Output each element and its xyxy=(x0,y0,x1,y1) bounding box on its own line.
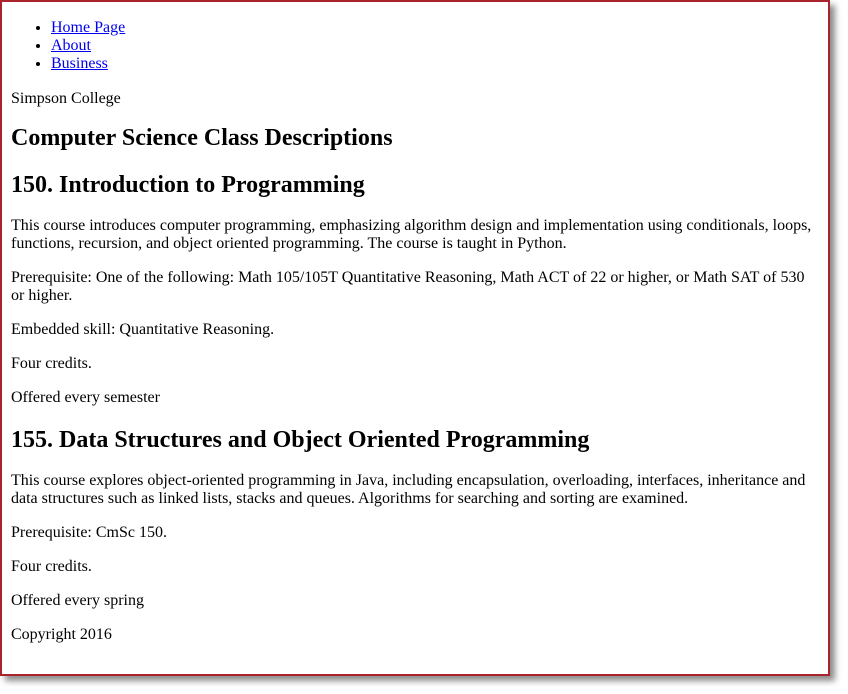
page-title: Computer Science Class Descriptions xyxy=(11,125,393,151)
site-name: Simpson College xyxy=(11,90,121,107)
course-150: 150. Introduction to Programming This co… xyxy=(11,171,816,407)
nav-item-about: About xyxy=(51,37,816,55)
course-credits: Four credits. xyxy=(11,355,92,372)
nav-item-business: Business xyxy=(51,55,816,73)
course-title: 150. Introduction to Programming xyxy=(11,172,365,198)
course-description: This course introduces computer programm… xyxy=(11,217,812,252)
course-description: This course explores object-oriented pro… xyxy=(11,472,806,507)
about-link[interactable]: About xyxy=(51,37,91,54)
course-offered: Offered every spring xyxy=(11,592,144,609)
course-155: 155. Data Structures and Object Oriented… xyxy=(11,426,816,610)
copyright-footer: Copyright 2016 xyxy=(11,626,112,643)
course-skill: Embedded skill: Quantitative Reasoning. xyxy=(11,321,275,338)
nav-list: Home Page About Business xyxy=(11,19,816,73)
nav-item-home: Home Page xyxy=(51,19,816,37)
course-prerequisite: Prerequisite: One of the following: Math… xyxy=(11,269,805,304)
home-page-link[interactable]: Home Page xyxy=(51,19,125,36)
business-link[interactable]: Business xyxy=(51,55,108,72)
course-prerequisite: Prerequisite: CmSc 150. xyxy=(11,524,167,541)
course-credits: Four credits. xyxy=(11,558,92,575)
course-offered: Offered every semester xyxy=(11,389,160,406)
page-content: Home Page About Business Simpson College… xyxy=(11,2,816,644)
course-title: 155. Data Structures and Object Oriented… xyxy=(11,427,590,453)
browser-frame: Home Page About Business Simpson College… xyxy=(0,0,830,676)
